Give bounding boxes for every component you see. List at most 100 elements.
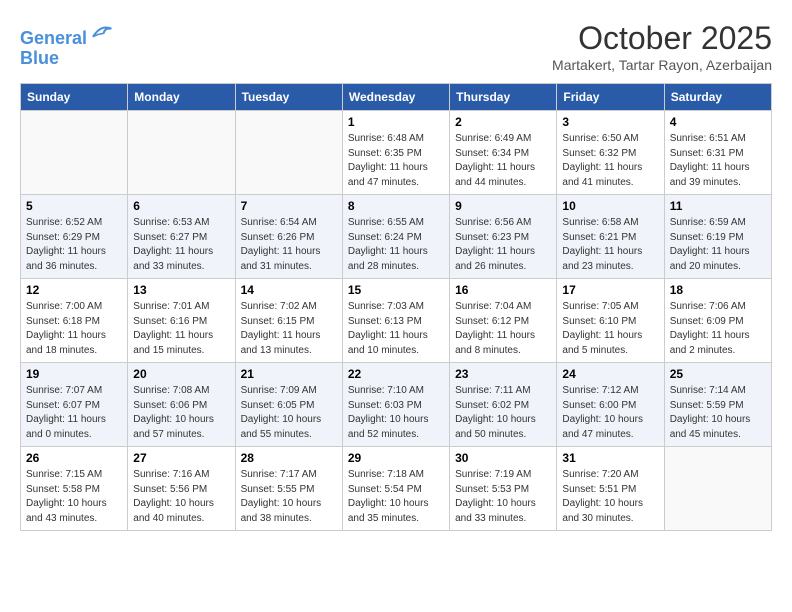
title-block: October 2025 Martakert, Tartar Rayon, Az… [552,20,772,73]
day-number: 14 [241,283,337,297]
day-number: 25 [670,367,766,381]
day-info: Sunrise: 6:53 AM Sunset: 6:27 PM Dayligh… [133,216,229,274]
day-info: Sunrise: 7:19 AM Sunset: 5:53 PM Dayligh… [455,468,551,526]
day-header-friday: Friday [557,84,664,111]
calendar-day-21: 21 Sunrise: 7:09 AM Sunset: 6:05 PM Dayli… [235,363,342,447]
calendar-day-4: 4 Sunrise: 6:51 AM Sunset: 6:31 PM Daylig… [664,111,771,195]
day-info: Sunrise: 7:01 AM Sunset: 6:16 PM Dayligh… [133,300,229,358]
calendar-header: SundayMondayTuesdayWednesdayThursdayFrid… [21,84,772,111]
day-number: 18 [670,283,766,297]
calendar-day-22: 22 Sunrise: 7:10 AM Sunset: 6:03 PM Dayli… [342,363,449,447]
empty-cell [235,111,342,195]
calendar-day-10: 10Sunrise: 6:58 AM Sunset: 6:21 PM Dayli… [557,195,664,279]
logo-bird-icon [89,20,113,44]
day-number: 9 [455,199,551,213]
day-info: Sunrise: 6:52 AM Sunset: 6:29 PM Dayligh… [26,216,122,274]
day-info: Sunrise: 7:14 AM Sunset: 5:59 PM Dayligh… [670,384,766,442]
location-subtitle: Martakert, Tartar Rayon, Azerbaijan [552,57,772,73]
calendar-day-15: 15 Sunrise: 7:03 AM Sunset: 6:13 PM Dayli… [342,279,449,363]
day-number: 30 [455,451,551,465]
day-number: 29 [348,451,444,465]
day-number: 21 [241,367,337,381]
calendar-day-24: 24Sunrise: 7:12 AM Sunset: 6:00 PM Dayli… [557,363,664,447]
day-info: Sunrise: 6:58 AM Sunset: 6:21 PM Dayligh… [562,216,658,274]
day-info: Sunrise: 7:02 AM Sunset: 6:15 PM Dayligh… [241,300,337,358]
day-info: Sunrise: 6:50 AM Sunset: 6:32 PM Dayligh… [562,132,658,190]
day-info: Sunrise: 6:54 AM Sunset: 6:26 PM Dayligh… [241,216,337,274]
logo-text-blue: Blue [20,49,113,69]
day-info: Sunrise: 7:09 AM Sunset: 6:05 PM Dayligh… [241,384,337,442]
day-number: 7 [241,199,337,213]
day-info: Sunrise: 7:11 AM Sunset: 6:02 PM Dayligh… [455,384,551,442]
calendar-day-27: 27Sunrise: 7:16 AM Sunset: 5:56 PM Dayli… [128,447,235,531]
day-number: 8 [348,199,444,213]
day-number: 15 [348,283,444,297]
day-number: 13 [133,283,229,297]
empty-cell [21,111,128,195]
calendar-day-18: 18 Sunrise: 7:06 AM Sunset: 6:09 PM Dayli… [664,279,771,363]
day-number: 24 [562,367,658,381]
calendar-day-3: 3 Sunrise: 6:50 AM Sunset: 6:32 PM Daylig… [557,111,664,195]
calendar-week-2: 12 Sunrise: 7:00 AM Sunset: 6:18 PM Dayli… [21,279,772,363]
day-header-thursday: Thursday [450,84,557,111]
calendar-day-6: 6 Sunrise: 6:53 AM Sunset: 6:27 PM Daylig… [128,195,235,279]
day-info: Sunrise: 7:08 AM Sunset: 6:06 PM Dayligh… [133,384,229,442]
day-number: 23 [455,367,551,381]
calendar-day-13: 13 Sunrise: 7:01 AM Sunset: 6:16 PM Dayli… [128,279,235,363]
day-header-saturday: Saturday [664,84,771,111]
calendar-day-31: 31Sunrise: 7:20 AM Sunset: 5:51 PM Dayli… [557,447,664,531]
calendar-day-23: 23 Sunrise: 7:11 AM Sunset: 6:02 PM Dayli… [450,363,557,447]
day-number: 1 [348,115,444,129]
day-info: Sunrise: 7:07 AM Sunset: 6:07 PM Dayligh… [26,384,122,442]
calendar-body: 1 Sunrise: 6:48 AM Sunset: 6:35 PM Daylig… [21,111,772,531]
day-number: 5 [26,199,122,213]
day-number: 12 [26,283,122,297]
day-info: Sunrise: 6:48 AM Sunset: 6:35 PM Dayligh… [348,132,444,190]
calendar-day-16: 16 Sunrise: 7:04 AM Sunset: 6:12 PM Dayli… [450,279,557,363]
calendar-day-2: 2Sunrise: 6:49 AM Sunset: 6:34 PM Daylig… [450,111,557,195]
day-number: 20 [133,367,229,381]
day-info: Sunrise: 7:15 AM Sunset: 5:58 PM Dayligh… [26,468,122,526]
calendar-day-28: 28 Sunrise: 7:17 AM Sunset: 5:55 PM Dayli… [235,447,342,531]
day-number: 17 [562,283,658,297]
calendar-day-14: 14 Sunrise: 7:02 AM Sunset: 6:15 PM Dayli… [235,279,342,363]
day-header-wednesday: Wednesday [342,84,449,111]
calendar-day-1: 1 Sunrise: 6:48 AM Sunset: 6:35 PM Daylig… [342,111,449,195]
calendar-day-29: 29 Sunrise: 7:18 AM Sunset: 5:54 PM Dayli… [342,447,449,531]
day-info: Sunrise: 7:00 AM Sunset: 6:18 PM Dayligh… [26,300,122,358]
calendar-day-11: 11Sunrise: 6:59 AM Sunset: 6:19 PM Dayli… [664,195,771,279]
calendar-day-8: 8 Sunrise: 6:55 AM Sunset: 6:24 PM Daylig… [342,195,449,279]
day-header-sunday: Sunday [21,84,128,111]
day-number: 27 [133,451,229,465]
day-number: 3 [562,115,658,129]
day-info: Sunrise: 6:51 AM Sunset: 6:31 PM Dayligh… [670,132,766,190]
day-info: Sunrise: 7:04 AM Sunset: 6:12 PM Dayligh… [455,300,551,358]
calendar-week-1: 5 Sunrise: 6:52 AM Sunset: 6:29 PM Daylig… [21,195,772,279]
day-number: 31 [562,451,658,465]
calendar-day-19: 19Sunrise: 7:07 AM Sunset: 6:07 PM Dayli… [21,363,128,447]
calendar-day-17: 17 Sunrise: 7:05 AM Sunset: 6:10 PM Dayli… [557,279,664,363]
calendar-day-7: 7 Sunrise: 6:54 AM Sunset: 6:26 PM Daylig… [235,195,342,279]
calendar-table: SundayMondayTuesdayWednesdayThursdayFrid… [20,83,772,531]
day-info: Sunrise: 7:18 AM Sunset: 5:54 PM Dayligh… [348,468,444,526]
day-number: 4 [670,115,766,129]
calendar-day-26: 26Sunrise: 7:15 AM Sunset: 5:58 PM Dayli… [21,447,128,531]
day-header-tuesday: Tuesday [235,84,342,111]
empty-cell [128,111,235,195]
day-info: Sunrise: 6:55 AM Sunset: 6:24 PM Dayligh… [348,216,444,274]
day-info: Sunrise: 7:05 AM Sunset: 6:10 PM Dayligh… [562,300,658,358]
calendar-week-4: 26Sunrise: 7:15 AM Sunset: 5:58 PM Dayli… [21,447,772,531]
day-info: Sunrise: 7:17 AM Sunset: 5:55 PM Dayligh… [241,468,337,526]
calendar-day-12: 12 Sunrise: 7:00 AM Sunset: 6:18 PM Dayli… [21,279,128,363]
calendar-day-25: 25 Sunrise: 7:14 AM Sunset: 5:59 PM Dayli… [664,363,771,447]
page-header: General Blue October 2025 Martakert, Tar… [20,20,772,73]
day-number: 28 [241,451,337,465]
day-info: Sunrise: 7:06 AM Sunset: 6:09 PM Dayligh… [670,300,766,358]
day-number: 16 [455,283,551,297]
day-info: Sunrise: 7:10 AM Sunset: 6:03 PM Dayligh… [348,384,444,442]
day-info: Sunrise: 7:03 AM Sunset: 6:13 PM Dayligh… [348,300,444,358]
day-number: 6 [133,199,229,213]
calendar-day-30: 30 Sunrise: 7:19 AM Sunset: 5:53 PM Dayli… [450,447,557,531]
day-number: 22 [348,367,444,381]
day-header-monday: Monday [128,84,235,111]
